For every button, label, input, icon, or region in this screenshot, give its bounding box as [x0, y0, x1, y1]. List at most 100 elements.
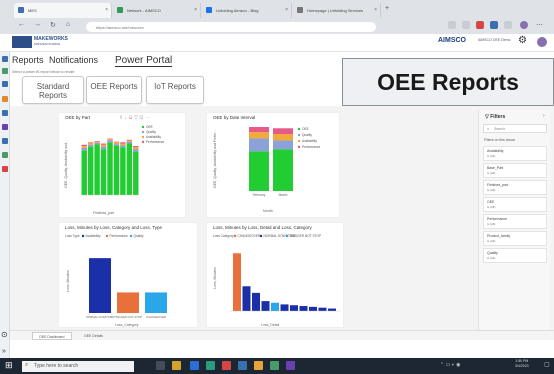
legend-label: Quality [302, 133, 312, 137]
home-icon[interactable]: ⌂ [66, 21, 70, 28]
filters-search-input[interactable]: ⌕ Search [483, 124, 547, 133]
address-bar[interactable]: https://aimsco.net/mes/oee [86, 22, 376, 32]
system-tray-icons[interactable]: ⌃ ▭ ◐ ◉ [440, 362, 460, 368]
bar [273, 140, 293, 150]
legend-marker [105, 234, 109, 238]
legend-marker [141, 125, 145, 129]
filter-card-name: Base_Part [487, 166, 504, 170]
extension-icon[interactable] [448, 21, 456, 29]
standard-reports-button[interactable]: Standard Reports [22, 76, 84, 104]
legend-marker [141, 135, 145, 139]
tab-power-portal[interactable]: Power Portal [115, 55, 173, 67]
app-icon[interactable] [238, 361, 247, 370]
taskbar-search-input[interactable]: ⌕ Type here to search [22, 361, 134, 372]
avatar[interactable] [537, 37, 547, 47]
filter-card[interactable]: Finished_part is (All) [483, 180, 547, 195]
back-icon[interactable]: ← [18, 21, 25, 28]
sidebar-search-icon[interactable] [2, 152, 8, 158]
bar [290, 305, 298, 311]
bar [252, 292, 260, 311]
bar [126, 143, 133, 195]
sidebar-chart-icon[interactable] [2, 96, 8, 102]
tab-favicon [297, 7, 303, 13]
app-icon[interactable] [222, 361, 231, 370]
chart-plot: Loss Category CHANGEOVER NORMAL DOWNTIMETR… [213, 234, 341, 312]
browser-tab-homepage[interactable]: Homepage | Unfolding Services × [293, 3, 381, 18]
close-icon[interactable]: × [374, 7, 377, 13]
browser-tab-blog[interactable]: Unfolding Aimsco - Blog × [202, 3, 292, 18]
task-view-icon[interactable] [156, 361, 165, 370]
bar [273, 149, 293, 191]
extension-icon[interactable] [476, 21, 484, 29]
page-tab-oee-dashboard[interactable]: OEE Dashboard [32, 332, 72, 340]
more-menu-icon[interactable]: ⋯ [536, 21, 543, 29]
sidebar-grid-icon[interactable] [2, 110, 8, 116]
x-axis-label: Loss_Category [115, 323, 139, 327]
sidebar-pencil-icon[interactable] [2, 81, 8, 87]
taskbar-clock[interactable]: 1:50 PM 3/4/2023 [515, 359, 529, 369]
tab-reports[interactable]: Reports [12, 55, 44, 65]
file-explorer-icon[interactable] [172, 361, 181, 370]
legend-label: Availability [146, 135, 161, 139]
notification-icon[interactable]: ▢ [544, 361, 550, 368]
gear-icon[interactable]: ⚙ [518, 35, 527, 46]
close-icon[interactable]: × [285, 7, 288, 13]
filter-card[interactable]: Performance is (All) [483, 214, 547, 229]
legend-label: Performance [302, 145, 320, 149]
search-placeholder: Type here to search [34, 363, 79, 369]
tab-notifications[interactable]: Notifications [49, 55, 98, 65]
profile-avatar-icon[interactable] [520, 21, 528, 29]
app-icon[interactable] [286, 361, 295, 370]
sidebar-document-icon[interactable] [2, 138, 8, 144]
sidebar-report-icon[interactable] [2, 68, 8, 74]
new-tab-button[interactable]: + [385, 5, 389, 12]
forward-icon[interactable]: → [34, 21, 41, 28]
bar [242, 286, 251, 311]
filter-card-value: is (All) [487, 239, 496, 243]
oee-reports-button[interactable]: OEE Reports [86, 76, 142, 104]
extension-icon[interactable] [490, 21, 498, 29]
edge-icon[interactable] [190, 361, 199, 370]
chart-oee-by-part[interactable]: OEE by Part ⇧ ↓ ⇊ ▽ ⊡ ⋯ OEE, Quality, Av… [58, 112, 186, 218]
close-icon[interactable]: × [105, 7, 108, 13]
app-icon[interactable] [270, 361, 279, 370]
filter-card[interactable]: Product_family is (All) [483, 231, 547, 246]
browser-tab-network[interactable]: Network - AIMSCO × [113, 3, 201, 18]
sidebar-home-icon[interactable] [2, 56, 8, 62]
legend-marker [297, 127, 301, 131]
close-icon[interactable]: × [194, 7, 197, 13]
search-icon: ⌕ [25, 362, 29, 368]
reload-icon[interactable]: ↻ [50, 21, 56, 29]
browser-tab-mes[interactable]: MES × [14, 3, 112, 18]
extension-icon[interactable] [504, 21, 512, 29]
filter-card[interactable]: Base_Part is (All) [483, 163, 547, 178]
help-icon[interactable]: ⊙ [1, 330, 8, 339]
chart-loss-by-category[interactable]: Loss, Minutes by Loss, Category and Loss… [58, 222, 198, 328]
bar [249, 132, 269, 139]
chart-oee-by-date[interactable]: OEE by Date Interval OEE, Quality, Avail… [206, 112, 340, 218]
app-icon[interactable] [206, 361, 215, 370]
windows-start-icon[interactable]: ⊞ [5, 360, 13, 371]
filter-card[interactable]: Quality is (All) [483, 248, 547, 263]
bar [309, 306, 317, 311]
callout-label: OEE Reports [377, 69, 519, 95]
extension-icon[interactable] [462, 21, 470, 29]
filter-card[interactable]: Availability is (All) [483, 146, 547, 161]
sidebar-list-icon[interactable] [2, 124, 8, 130]
bar [299, 306, 308, 311]
bar [126, 139, 133, 141]
bar [94, 141, 100, 143]
brand-logo: AIMSCO [438, 37, 466, 44]
filter-card-name: Performance [487, 217, 508, 221]
collapse-icon[interactable]: › [543, 113, 545, 119]
button-label: OEE Reports [90, 82, 138, 91]
tab-label: Network - AIMSCO [127, 8, 161, 13]
iot-reports-button[interactable]: IoT Reports [146, 76, 204, 104]
app-icon[interactable] [254, 361, 263, 370]
bar [318, 307, 327, 311]
page-tab-oee-details[interactable]: OEE Details [78, 332, 109, 340]
expand-icon[interactable]: » [2, 348, 6, 355]
sidebar-analytics-icon[interactable] [2, 166, 8, 172]
chart-loss-by-detail[interactable]: Loss, Minutes by Loss, Detail and Loss, … [206, 222, 344, 328]
filter-card[interactable]: OEE is (All) [483, 197, 547, 212]
